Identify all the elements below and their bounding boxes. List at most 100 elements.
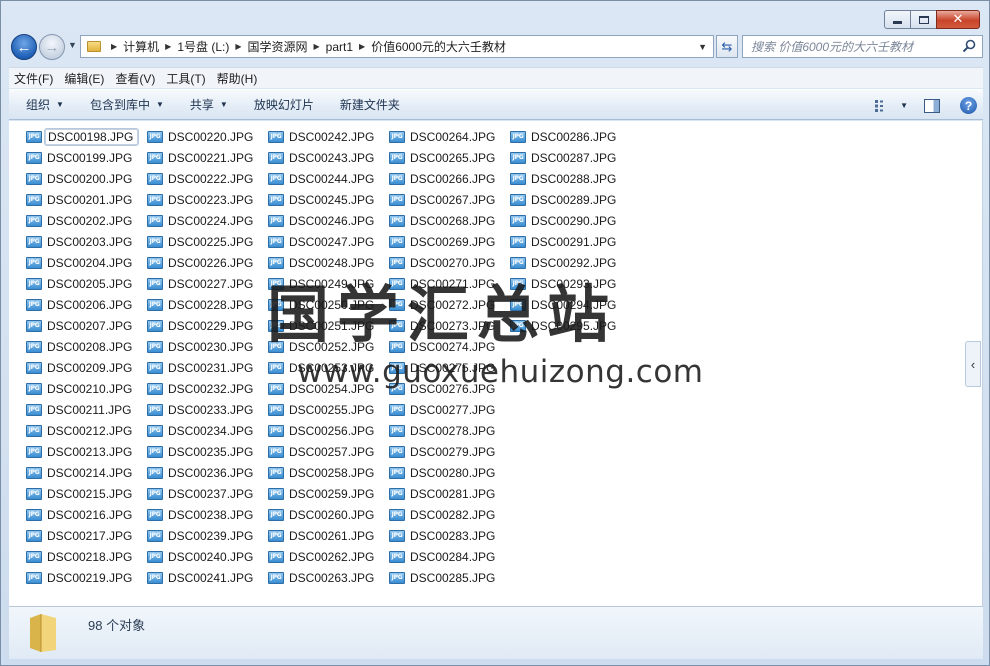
file-item[interactable]: JPG DSC00206.JPG: [25, 294, 146, 315]
file-item[interactable]: JPG DSC00211.JPG: [25, 399, 146, 420]
file-item[interactable]: JPG DSC00204.JPG: [25, 252, 146, 273]
file-item[interactable]: JPG DSC00279.JPG: [388, 441, 509, 462]
breadcrumb-folder-guoxue[interactable]: 国学资源网: [248, 38, 308, 55]
file-item[interactable]: JPG DSC00213.JPG: [25, 441, 146, 462]
slideshow-button[interactable]: 放映幻灯片: [245, 96, 323, 113]
help-icon[interactable]: ?: [960, 97, 977, 114]
file-item[interactable]: JPG DSC00226.JPG: [146, 252, 267, 273]
file-item[interactable]: JPG DSC00254.JPG: [267, 378, 388, 399]
file-item[interactable]: JPG DSC00290.JPG: [509, 210, 630, 231]
chevron-right-icon[interactable]: ▶: [165, 42, 171, 51]
file-item[interactable]: JPG DSC00218.JPG: [25, 546, 146, 567]
file-item[interactable]: JPG DSC00234.JPG: [146, 420, 267, 441]
file-item[interactable]: JPG DSC00219.JPG: [25, 567, 146, 588]
file-item[interactable]: JPG DSC00269.JPG: [388, 231, 509, 252]
view-options-chevron-icon[interactable]: ▼: [900, 101, 908, 110]
recent-pages-dropdown[interactable]: ▼: [68, 40, 77, 50]
file-item[interactable]: JPG DSC00222.JPG: [146, 168, 267, 189]
file-item[interactable]: JPG DSC00227.JPG: [146, 273, 267, 294]
file-item[interactable]: JPG DSC00225.JPG: [146, 231, 267, 252]
search-icon[interactable]: [962, 39, 976, 53]
menu-edit[interactable]: 编辑(E): [59, 70, 109, 87]
file-item[interactable]: JPG DSC00220.JPG: [146, 126, 267, 147]
include-in-library-button[interactable]: 包含到库中 ▼: [81, 96, 173, 113]
file-item[interactable]: JPG DSC00295.JPG: [509, 315, 630, 336]
file-item[interactable]: JPG DSC00221.JPG: [146, 147, 267, 168]
file-item[interactable]: JPG DSC00207.JPG: [25, 315, 146, 336]
share-button[interactable]: 共享 ▼: [181, 96, 237, 113]
file-item[interactable]: JPG DSC00257.JPG: [267, 441, 388, 462]
file-item[interactable]: JPG DSC00243.JPG: [267, 147, 388, 168]
file-item[interactable]: JPG DSC00237.JPG: [146, 483, 267, 504]
new-folder-button[interactable]: 新建文件夹: [331, 96, 409, 113]
file-item[interactable]: JPG DSC00249.JPG: [267, 273, 388, 294]
file-item[interactable]: JPG DSC00230.JPG: [146, 336, 267, 357]
forward-button[interactable]: →: [39, 34, 65, 60]
file-item[interactable]: JPG DSC00212.JPG: [25, 420, 146, 441]
file-item[interactable]: JPG DSC00209.JPG: [25, 357, 146, 378]
file-item[interactable]: JPG DSC00251.JPG: [267, 315, 388, 336]
file-item[interactable]: JPG DSC00201.JPG: [25, 189, 146, 210]
file-item[interactable]: JPG DSC00223.JPG: [146, 189, 267, 210]
file-item[interactable]: JPG DSC00264.JPG: [388, 126, 509, 147]
file-item[interactable]: JPG DSC00265.JPG: [388, 147, 509, 168]
file-item[interactable]: JPG DSC00216.JPG: [25, 504, 146, 525]
file-item[interactable]: JPG DSC00261.JPG: [267, 525, 388, 546]
file-item[interactable]: JPG DSC00275.JPG: [388, 357, 509, 378]
file-item[interactable]: JPG DSC00233.JPG: [146, 399, 267, 420]
file-item[interactable]: JPG DSC00278.JPG: [388, 420, 509, 441]
file-item[interactable]: JPG DSC00292.JPG: [509, 252, 630, 273]
file-item[interactable]: JPG DSC00270.JPG: [388, 252, 509, 273]
file-item[interactable]: JPG DSC00215.JPG: [25, 483, 146, 504]
file-item[interactable]: JPG DSC00277.JPG: [388, 399, 509, 420]
file-item[interactable]: JPG DSC00236.JPG: [146, 462, 267, 483]
file-item[interactable]: JPG DSC00242.JPG: [267, 126, 388, 147]
file-item[interactable]: JPG DSC00252.JPG: [267, 336, 388, 357]
search-input[interactable]: 搜索 价值6000元的大六壬教材: [742, 35, 983, 58]
maximize-button[interactable]: [910, 10, 937, 29]
organize-button[interactable]: 组织 ▼: [17, 96, 73, 113]
file-item[interactable]: JPG DSC00258.JPG: [267, 462, 388, 483]
file-item[interactable]: JPG DSC00217.JPG: [25, 525, 146, 546]
file-item[interactable]: JPG DSC00268.JPG: [388, 210, 509, 231]
file-item[interactable]: JPG DSC00271.JPG: [388, 273, 509, 294]
file-item[interactable]: JPG DSC00199.JPG: [25, 147, 146, 168]
file-item[interactable]: JPG DSC00255.JPG: [267, 399, 388, 420]
address-dropdown-icon[interactable]: ▼: [698, 42, 707, 52]
file-item[interactable]: JPG DSC00287.JPG: [509, 147, 630, 168]
file-item[interactable]: JPG DSC00267.JPG: [388, 189, 509, 210]
refresh-button[interactable]: ⇆: [716, 35, 738, 58]
breadcrumb-current-folder[interactable]: 价值6000元的大六壬教材: [371, 38, 506, 55]
file-item[interactable]: JPG DSC00235.JPG: [146, 441, 267, 462]
address-bar[interactable]: ▶ 计算机 ▶ 1号盘 (L:) ▶ 国学资源网 ▶ part1 ▶ 价值600…: [80, 35, 714, 58]
file-item[interactable]: JPG DSC00228.JPG: [146, 294, 267, 315]
file-item[interactable]: JPG DSC00200.JPG: [25, 168, 146, 189]
file-item[interactable]: JPG DSC00205.JPG: [25, 273, 146, 294]
minimize-button[interactable]: [884, 10, 911, 29]
file-item[interactable]: JPG DSC00288.JPG: [509, 168, 630, 189]
file-item[interactable]: JPG DSC00214.JPG: [25, 462, 146, 483]
expand-pane-handle[interactable]: ‹: [965, 341, 981, 387]
file-item[interactable]: JPG DSC00240.JPG: [146, 546, 267, 567]
file-item[interactable]: JPG DSC00245.JPG: [267, 189, 388, 210]
chevron-right-icon[interactable]: ▶: [359, 42, 365, 51]
file-item[interactable]: JPG DSC00281.JPG: [388, 483, 509, 504]
chevron-right-icon[interactable]: ▶: [235, 42, 241, 51]
file-item[interactable]: JPG DSC00238.JPG: [146, 504, 267, 525]
file-item[interactable]: JPG DSC00276.JPG: [388, 378, 509, 399]
file-item[interactable]: JPG DSC00244.JPG: [267, 168, 388, 189]
file-item[interactable]: JPG DSC00253.JPG: [267, 357, 388, 378]
menu-tools[interactable]: 工具(T): [161, 70, 210, 87]
file-item[interactable]: JPG DSC00239.JPG: [146, 525, 267, 546]
file-item[interactable]: JPG DSC00229.JPG: [146, 315, 267, 336]
breadcrumb-drive[interactable]: 1号盘 (L:): [177, 38, 229, 55]
close-button[interactable]: ✕: [936, 10, 980, 29]
file-item[interactable]: JPG DSC00263.JPG: [267, 567, 388, 588]
file-item[interactable]: JPG DSC00273.JPG: [388, 315, 509, 336]
menu-view[interactable]: 查看(V): [110, 70, 160, 87]
file-item[interactable]: JPG DSC00284.JPG: [388, 546, 509, 567]
file-item[interactable]: JPG DSC00289.JPG: [509, 189, 630, 210]
file-item[interactable]: JPG DSC00286.JPG: [509, 126, 630, 147]
file-item[interactable]: JPG DSC00283.JPG: [388, 525, 509, 546]
file-item[interactable]: JPG DSC00274.JPG: [388, 336, 509, 357]
